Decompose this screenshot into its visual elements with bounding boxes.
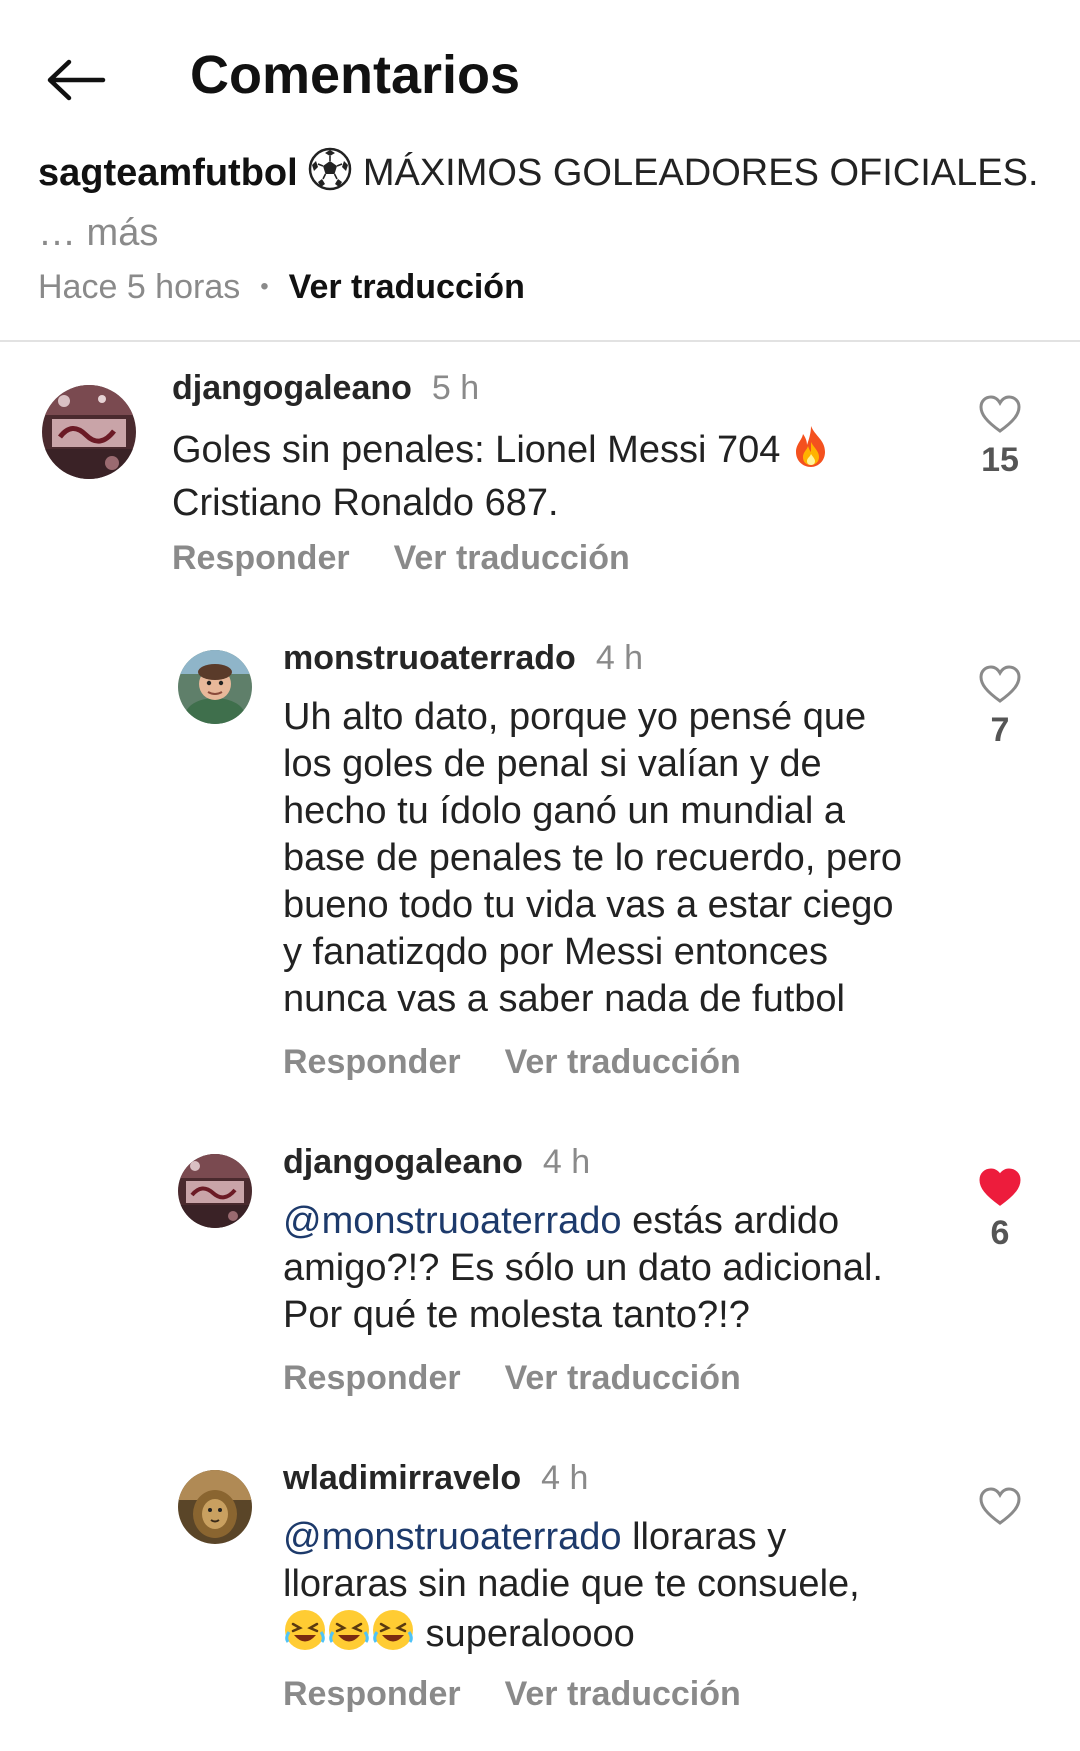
comment-header: djangogaleano 4 h xyxy=(283,1140,590,1184)
comment-text-line: bueno todo tu vida vas a estar ciego xyxy=(283,884,894,926)
comment-text: @monstruoaterrado lloraras y lloraras si… xyxy=(283,1514,943,1664)
comment-text: Goles sin penales: Lionel Messi 704 Cris… xyxy=(172,424,932,527)
like-button[interactable] xyxy=(960,1486,1040,1526)
comment-text-line: Uh alto dato, porque yo pensé que xyxy=(283,696,867,738)
heart-filled-icon xyxy=(979,1168,1021,1206)
comment-text-line: los goles de penal si valían y de xyxy=(283,743,822,785)
post-caption: sagteamfutbol MÁXIMOS GOLEADORES OFICIAL… xyxy=(38,146,1048,260)
more-link[interactable]: … más xyxy=(38,212,158,254)
comment-text-fragment: superaloooo xyxy=(415,1613,635,1655)
comment-text-line: base de penales te lo recuerdo, pero xyxy=(283,837,902,879)
translate-link[interactable]: Ver traducción xyxy=(505,1356,741,1400)
rolling-laughing-emoji xyxy=(371,1608,415,1664)
comment-username[interactable]: wladimirravelo xyxy=(283,1456,521,1500)
comment-text-line: nunca vas a saber nada de futbol xyxy=(283,978,845,1020)
comment-actions: Responder Ver traducción xyxy=(283,1040,741,1084)
avatar[interactable] xyxy=(42,385,136,479)
like-count: 6 xyxy=(990,1214,1010,1252)
comment-text: Uh alto dato, porque yo pensé que los go… xyxy=(283,694,943,1023)
page-title: Comentarios xyxy=(190,45,521,105)
like-count: 15 xyxy=(981,441,1019,479)
comment-actions: Responder Ver traducción xyxy=(283,1356,741,1400)
post-time: Hace 5 horas xyxy=(38,268,241,306)
soccer-ball-emoji xyxy=(308,147,352,206)
comment-header: wladimirravelo 4 h xyxy=(283,1456,588,1500)
post-caption-text: MÁXIMOS GOLEADORES OFICIALES. xyxy=(362,152,1039,194)
comment-username[interactable]: monstruoaterrado xyxy=(283,636,576,680)
comment-time: 4 h xyxy=(595,639,644,677)
comment-time: 4 h xyxy=(541,1459,589,1497)
reply-button[interactable]: Responder xyxy=(283,1356,461,1400)
comment-text-line: superaloooo xyxy=(283,1608,943,1664)
comment-actions: Responder Ver traducción xyxy=(172,536,630,580)
comment-text: @monstruoaterrado estás ardido amigo?!? … xyxy=(283,1198,943,1339)
top-bar: Comentarios xyxy=(0,0,1080,150)
comment-header: monstruoaterrado 4 h xyxy=(283,636,643,680)
like-button[interactable]: 6 xyxy=(960,1167,1040,1255)
translate-link[interactable]: Ver traducción xyxy=(505,1672,741,1716)
comment-text-line: @monstruoaterrado estás ardido xyxy=(283,1198,943,1245)
comment-text-line: hecho tu ídolo ganó un mundial a xyxy=(283,790,845,832)
heart-outline-icon xyxy=(979,395,1021,433)
heart-outline-icon xyxy=(979,1487,1021,1525)
mention-link[interactable]: @monstruoaterrado xyxy=(283,1200,622,1242)
rolling-laughing-emoji xyxy=(327,1608,371,1664)
back-arrow-icon xyxy=(47,59,106,101)
comment-time: 5 h xyxy=(431,369,480,407)
translate-link[interactable]: Ver traducción xyxy=(394,536,630,580)
mention-link[interactable]: @monstruoaterrado xyxy=(283,1516,622,1558)
comment-username[interactable]: djangogaleano xyxy=(283,1140,523,1184)
reply-button[interactable]: Responder xyxy=(172,536,350,580)
comment-text-line: Por qué te molesta tanto?!? xyxy=(283,1294,750,1336)
comment-text-fragment: lloraras y xyxy=(621,1516,787,1558)
like-button[interactable]: 7 xyxy=(960,664,1040,752)
comment-text-line: lloraras sin nadie que te consuele, xyxy=(283,1563,860,1605)
separator-dot: • xyxy=(260,273,269,300)
comment-time: 4 h xyxy=(542,1143,591,1181)
comment-text-line: Cristiano Ronaldo 687. xyxy=(172,482,559,524)
comment-header: djangogaleano 5 h xyxy=(172,366,479,410)
heart-outline-icon xyxy=(979,665,1021,703)
divider xyxy=(0,340,1080,342)
post-meta: Hace 5 horas • Ver traducción xyxy=(38,265,525,309)
comment-username[interactable]: djangogaleano xyxy=(172,366,412,410)
comment-text-line: Goles sin penales: Lionel Messi 704 xyxy=(172,429,781,471)
comment-text-line: amigo?!? Es sólo un dato adicional. xyxy=(283,1247,883,1289)
translate-link[interactable]: Ver traducción xyxy=(505,1040,741,1084)
reply-button[interactable]: Responder xyxy=(283,1672,461,1716)
post-translate-link[interactable]: Ver traducción xyxy=(289,265,525,309)
avatar[interactable] xyxy=(178,1154,252,1228)
avatar[interactable] xyxy=(178,650,252,724)
comment-text-line: y fanatizqdo por Messi entonces xyxy=(283,931,828,973)
comment-text-line: @monstruoaterrado lloraras y xyxy=(283,1514,943,1561)
avatar[interactable] xyxy=(178,1470,252,1544)
reply-button[interactable]: Responder xyxy=(283,1040,461,1084)
rolling-laughing-emoji xyxy=(283,1608,327,1664)
comment-actions: Responder Ver traducción xyxy=(283,1672,741,1716)
like-count: 7 xyxy=(990,711,1010,749)
like-button[interactable]: 15 xyxy=(960,394,1040,482)
comment-text-fragment: estás ardido xyxy=(621,1200,840,1242)
fire-emoji xyxy=(791,424,831,480)
post-author[interactable]: sagteamfutbol xyxy=(38,152,298,194)
back-button[interactable] xyxy=(36,40,116,120)
